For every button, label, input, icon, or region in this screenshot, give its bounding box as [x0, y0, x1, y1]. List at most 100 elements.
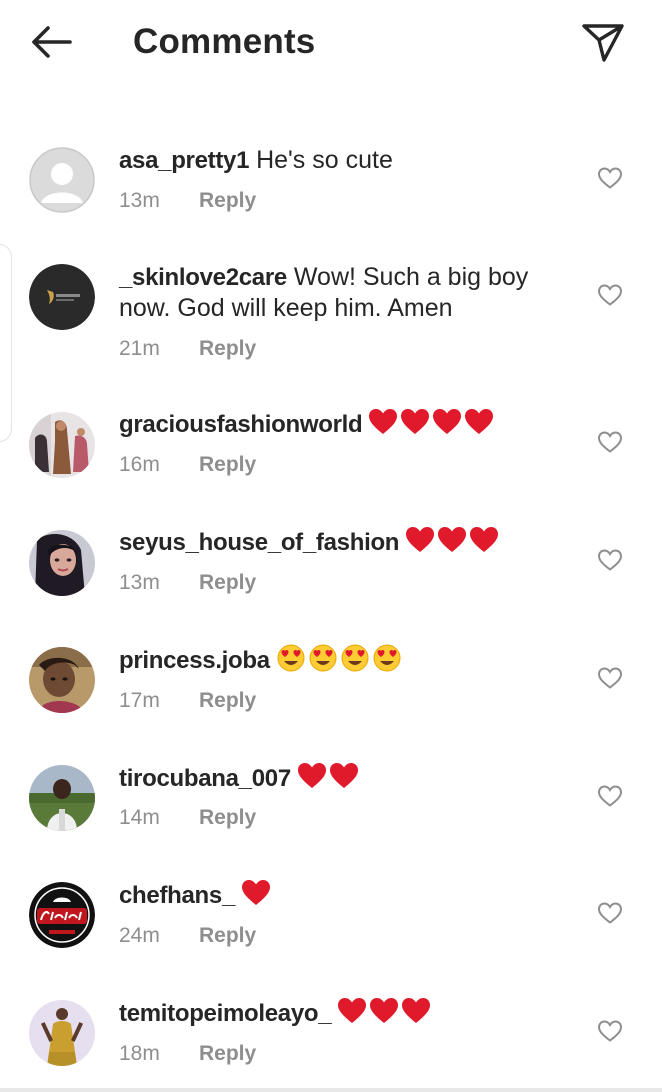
heart-outline-icon: [597, 1020, 623, 1042]
heart-eyes-face-icon: [277, 644, 305, 672]
comment-text: temitopeimoleayo_: [119, 997, 559, 1029]
heart-emoji-group: [241, 879, 273, 907]
reply-button[interactable]: Reply: [199, 189, 256, 212]
comment-username[interactable]: temitopeimoleayo_: [119, 1000, 332, 1027]
comment-meta: 17m Reply: [119, 688, 256, 714]
avatar[interactable]: [29, 412, 95, 478]
avatar[interactable]: [29, 647, 95, 713]
comment-username[interactable]: tirocubana_007: [119, 765, 291, 792]
default-avatar-icon: [29, 147, 95, 213]
avatar[interactable]: [29, 765, 95, 831]
red-heart-icon: [242, 880, 271, 905]
comment-meta: 18m Reply: [119, 1041, 256, 1067]
comment-meta: 21m Reply: [119, 336, 256, 362]
comment-text: seyus_house_of_fashion: [119, 526, 559, 558]
comment-text: asa_pretty1 He's so cute: [119, 145, 559, 176]
heart-outline-icon: [597, 431, 623, 453]
profile-photo-avatar: [29, 1000, 95, 1066]
comment-time: 21m: [119, 337, 160, 360]
like-button[interactable]: [597, 430, 623, 454]
red-heart-icon: [297, 763, 326, 788]
comment-time: 16m: [119, 453, 160, 476]
red-heart-icon: [401, 409, 430, 434]
red-heart-icon: [438, 527, 467, 552]
comment-meta: 16m Reply: [119, 452, 256, 478]
red-heart-icon: [338, 998, 367, 1023]
avatar[interactable]: [29, 882, 95, 948]
like-button[interactable]: [597, 901, 623, 925]
like-button[interactable]: [597, 666, 623, 690]
comment-text: tirocubana_007: [119, 762, 559, 794]
reply-button[interactable]: Reply: [199, 571, 256, 594]
red-heart-icon: [329, 763, 358, 788]
comment-time: 14m: [119, 806, 160, 829]
edge-panel-handle[interactable]: [0, 244, 12, 442]
chef-logo-avatar: [29, 882, 95, 948]
comment-time: 24m: [119, 924, 160, 947]
reply-button[interactable]: Reply: [199, 806, 256, 829]
comment-time: 13m: [119, 571, 160, 594]
comment-username[interactable]: asa_pretty1: [119, 147, 249, 174]
reply-button[interactable]: Reply: [199, 453, 256, 476]
comment-text: _skinlove2care Wow! Such a big boy now. …: [119, 262, 559, 323]
profile-photo-avatar: [29, 647, 95, 713]
share-button[interactable]: [578, 20, 628, 64]
like-button[interactable]: [597, 1019, 623, 1043]
red-heart-icon: [370, 998, 399, 1023]
header: Comments: [0, 0, 662, 90]
comment-username[interactable]: _skinlove2care: [119, 264, 287, 291]
red-heart-icon: [433, 409, 462, 434]
reply-button[interactable]: Reply: [199, 337, 256, 360]
brand-logo-avatar: [29, 264, 95, 330]
profile-photo-avatar: [29, 530, 95, 596]
paper-plane-icon: [582, 24, 624, 62]
comment-text: princess.joba: [119, 644, 559, 676]
comment-time: 18m: [119, 1042, 160, 1065]
like-button[interactable]: [597, 784, 623, 808]
comment-time: 17m: [119, 689, 160, 712]
like-button[interactable]: [597, 548, 623, 572]
heart-eyes-face-icon: [341, 644, 369, 672]
profile-photo-avatar: [29, 412, 95, 478]
heart-emoji-group: [405, 526, 501, 554]
avatar[interactable]: [29, 530, 95, 596]
comment-meta: 14m Reply: [119, 805, 256, 831]
heart-outline-icon: [597, 667, 623, 689]
heart-eyes-face-icon: [373, 644, 401, 672]
reply-button[interactable]: Reply: [199, 1042, 256, 1065]
avatar[interactable]: [29, 147, 95, 213]
avatar[interactable]: [29, 1000, 95, 1066]
comment-meta: 24m Reply: [119, 923, 256, 949]
red-heart-icon: [369, 409, 398, 434]
heart-outline-icon: [597, 549, 623, 571]
avatar[interactable]: [29, 264, 95, 330]
arrow-left-icon: [32, 26, 72, 58]
comment-username[interactable]: princess.joba: [119, 647, 270, 674]
comment-username[interactable]: chefhans_: [119, 882, 235, 909]
comment-text: graciousfashionworld: [119, 408, 559, 440]
comment-text: chefhans_: [119, 879, 559, 911]
comment-meta: 13m Reply: [119, 188, 256, 214]
comment-username[interactable]: graciousfashionworld: [119, 411, 363, 438]
comment-time: 13m: [119, 189, 160, 212]
back-button[interactable]: [26, 20, 78, 64]
red-heart-icon: [402, 998, 431, 1023]
heart-outline-icon: [597, 284, 623, 306]
reply-button[interactable]: Reply: [199, 924, 256, 947]
heart-outline-icon: [597, 902, 623, 924]
heart-emoji-group: [368, 408, 496, 436]
page-title: Comments: [133, 22, 316, 61]
heart-outline-icon: [597, 785, 623, 807]
comment-meta: 13m Reply: [119, 570, 256, 596]
red-heart-icon: [470, 527, 499, 552]
comment-username[interactable]: seyus_house_of_fashion: [119, 529, 399, 556]
red-heart-icon: [465, 409, 494, 434]
heart-outline-icon: [597, 167, 623, 189]
bottom-divider: [0, 1088, 662, 1092]
reply-button[interactable]: Reply: [199, 689, 256, 712]
profile-photo-avatar: [29, 765, 95, 831]
heart-emoji-group: [337, 997, 433, 1025]
like-button[interactable]: [597, 283, 623, 307]
like-button[interactable]: [597, 166, 623, 190]
heart-emoji-group: [297, 762, 361, 790]
